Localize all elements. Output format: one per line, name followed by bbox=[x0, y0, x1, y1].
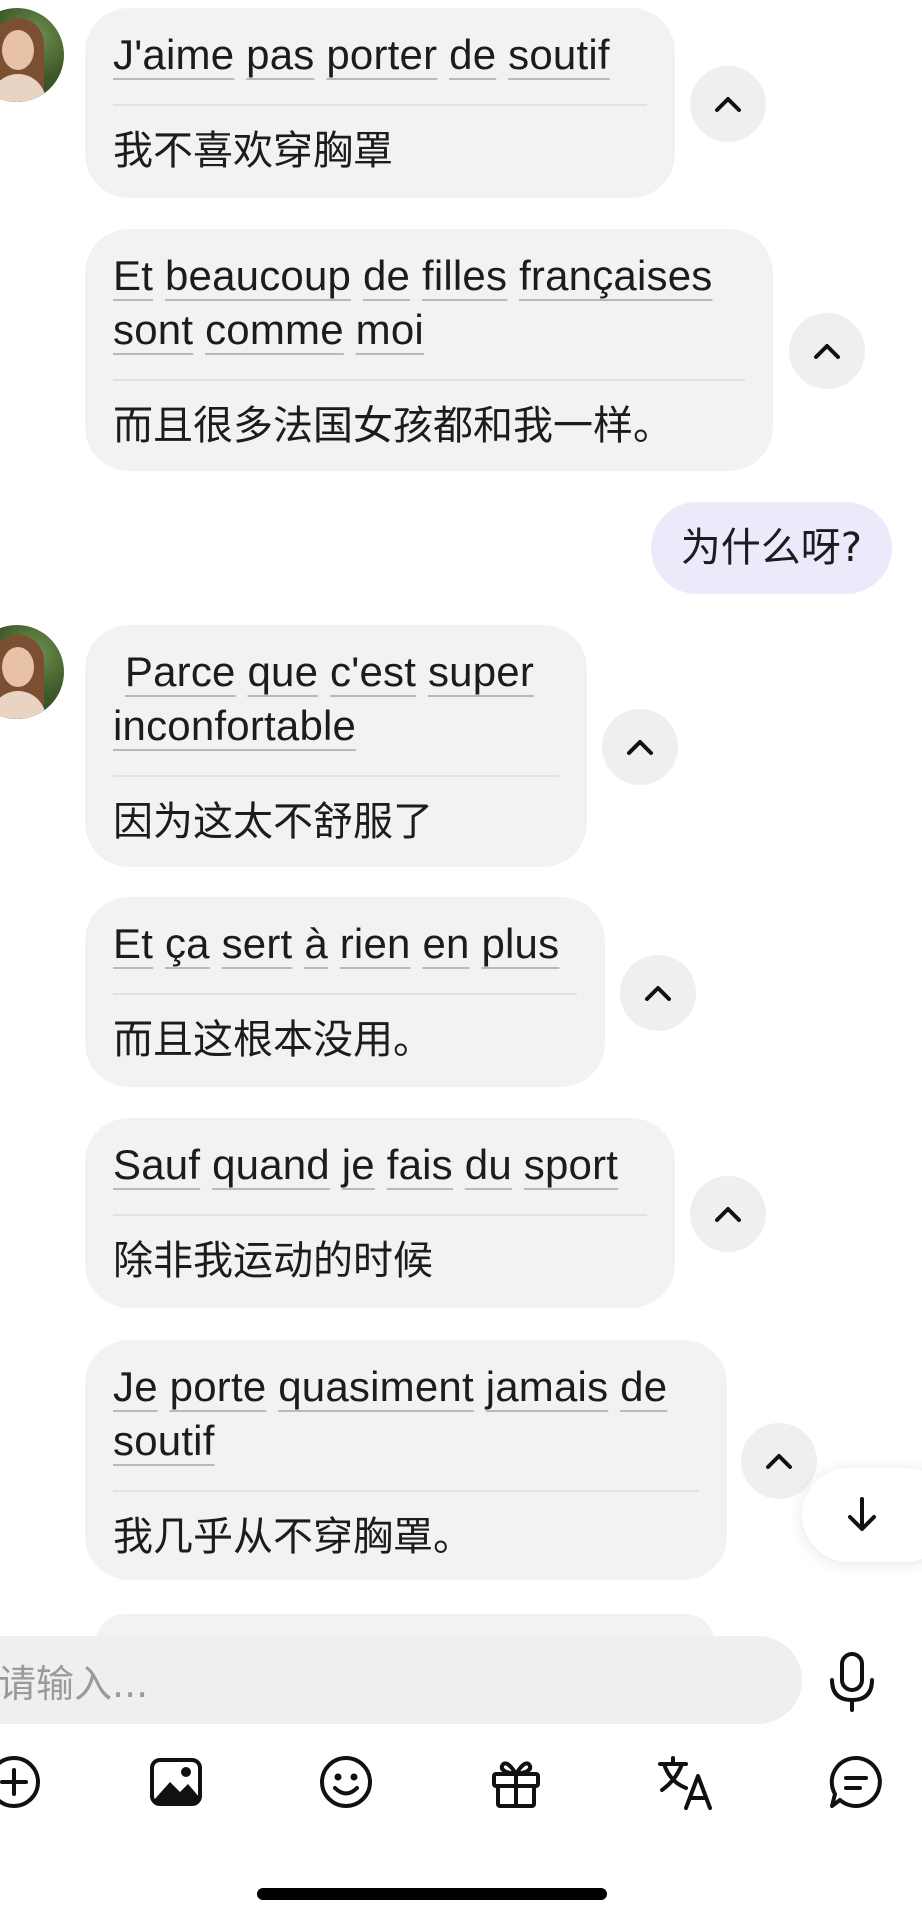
chat-screen: J'aime pas porter de soutif 我不喜欢穿胸罩 Et b… bbox=[0, 0, 922, 1920]
home-indicator[interactable] bbox=[257, 1888, 607, 1900]
word[interactable]: beaucoup bbox=[165, 252, 351, 299]
word[interactable]: de bbox=[449, 31, 496, 78]
word[interactable]: que bbox=[247, 648, 318, 695]
message-4-french: Et ça sert à rien en plus bbox=[113, 917, 577, 971]
message-1-french: J'aime pas porter de soutif bbox=[113, 28, 647, 82]
word[interactable]: du bbox=[465, 1141, 512, 1188]
word[interactable]: porter bbox=[326, 31, 437, 78]
word[interactable]: porte bbox=[170, 1363, 267, 1410]
word[interactable]: je bbox=[342, 1141, 375, 1188]
divider bbox=[113, 775, 559, 777]
message-1-translation: 我不喜欢穿胸罩 bbox=[113, 128, 393, 174]
word[interactable]: Et bbox=[113, 920, 153, 967]
collapse-translation-button[interactable] bbox=[620, 955, 696, 1031]
image-icon[interactable] bbox=[146, 1752, 206, 1812]
arrow-down-icon bbox=[848, 1497, 876, 1531]
contact-avatar[interactable] bbox=[0, 625, 64, 719]
word[interactable]: sont bbox=[113, 306, 193, 353]
outgoing-message-bubble[interactable]: 为什么呀? bbox=[650, 502, 892, 594]
message-4-translation: 而且这根本没用。 bbox=[113, 1017, 433, 1063]
word[interactable]: c'est bbox=[330, 648, 416, 695]
collapse-translation-button[interactable] bbox=[690, 1176, 766, 1252]
word[interactable]: Sauf bbox=[113, 1141, 200, 1188]
word[interactable]: jamais bbox=[486, 1363, 609, 1410]
word[interactable]: quand bbox=[212, 1141, 330, 1188]
message-6-translation: 我几乎从不穿胸罩。 bbox=[113, 1514, 473, 1560]
message-bubble-4[interactable]: Et ça sert à rien en plus 而且这根本没用。 bbox=[85, 897, 605, 1087]
word[interactable]: rien bbox=[340, 920, 411, 967]
message-6-french: Je porte quasiment jamais de soutif bbox=[113, 1360, 699, 1468]
gift-icon[interactable] bbox=[486, 1752, 546, 1812]
word[interactable]: ça bbox=[165, 920, 210, 967]
emoji-icon[interactable] bbox=[316, 1752, 376, 1812]
plus-circle-icon[interactable] bbox=[0, 1752, 44, 1812]
chat-bubble-icon[interactable] bbox=[826, 1752, 886, 1812]
word[interactable]: en bbox=[422, 920, 469, 967]
chevron-up-icon bbox=[766, 1454, 792, 1469]
word[interactable]: filles bbox=[422, 252, 507, 299]
message-input[interactable]: 请输入... bbox=[0, 1636, 802, 1724]
word[interactable]: Je bbox=[113, 1363, 158, 1410]
message-2-translation: 而且很多法国女孩都和我一样。 bbox=[113, 403, 673, 449]
word[interactable]: J'aime bbox=[113, 31, 234, 78]
word[interactable]: sert bbox=[222, 920, 293, 967]
collapse-translation-button[interactable] bbox=[690, 66, 766, 142]
word[interactable]: de bbox=[363, 252, 410, 299]
word[interactable]: à bbox=[304, 920, 328, 967]
word[interactable]: sport bbox=[524, 1141, 618, 1188]
divider bbox=[113, 993, 577, 995]
divider bbox=[113, 1490, 699, 1492]
word[interactable]: pas bbox=[246, 31, 314, 78]
chevron-up-icon bbox=[715, 97, 741, 112]
message-bubble-5[interactable]: Sauf quand je fais du sport 除非我运动的时候 bbox=[85, 1118, 675, 1308]
word[interactable]: Et bbox=[113, 252, 153, 299]
divider bbox=[113, 1214, 647, 1216]
word[interactable]: soutif bbox=[508, 31, 610, 78]
word[interactable]: de bbox=[620, 1363, 667, 1410]
message-bubble-6[interactable]: Je porte quasiment jamais de soutif 我几乎从… bbox=[85, 1340, 727, 1580]
chevron-up-icon bbox=[715, 1207, 741, 1222]
word[interactable]: françaises bbox=[519, 252, 712, 299]
word[interactable]: fais bbox=[387, 1141, 453, 1188]
word[interactable]: plus bbox=[481, 920, 559, 967]
chevron-up-icon bbox=[627, 740, 653, 755]
message-5-translation: 除非我运动的时候 bbox=[113, 1238, 433, 1284]
word[interactable]: Parce bbox=[125, 648, 236, 695]
word[interactable]: comme bbox=[205, 306, 344, 353]
message-5-french: Sauf quand je fais du sport bbox=[113, 1138, 647, 1192]
message-3-french: Parce que c'est super inconfortable bbox=[113, 645, 559, 753]
contact-avatar[interactable] bbox=[0, 8, 64, 102]
word[interactable]: moi bbox=[356, 306, 424, 353]
word[interactable]: soutif bbox=[113, 1417, 215, 1464]
word[interactable]: inconfortable bbox=[113, 702, 356, 749]
message-2-french: Et beaucoup de filles françaises sont co… bbox=[113, 249, 745, 357]
message-bubble-1[interactable]: J'aime pas porter de soutif 我不喜欢穿胸罩 bbox=[85, 8, 675, 198]
chevron-up-icon bbox=[645, 986, 671, 1001]
collapse-translation-button[interactable] bbox=[741, 1423, 817, 1499]
microphone-icon[interactable] bbox=[822, 1650, 882, 1714]
divider bbox=[113, 104, 647, 106]
input-placeholder: 请输入... bbox=[0, 1661, 149, 1706]
word[interactable]: quasiment bbox=[278, 1363, 474, 1410]
divider bbox=[113, 379, 745, 381]
collapse-translation-button[interactable] bbox=[602, 709, 678, 785]
word[interactable]: super bbox=[428, 648, 534, 695]
scroll-to-bottom-button[interactable] bbox=[802, 1468, 922, 1562]
collapse-translation-button[interactable] bbox=[789, 313, 865, 389]
message-3-translation: 因为这太不舒服了 bbox=[113, 799, 433, 845]
translate-icon[interactable] bbox=[656, 1752, 716, 1812]
chevron-up-icon bbox=[814, 344, 840, 359]
message-bubble-2[interactable]: Et beaucoup de filles françaises sont co… bbox=[85, 229, 773, 471]
message-bubble-3[interactable]: Parce que c'est super inconfortable 因为这太… bbox=[85, 625, 587, 867]
